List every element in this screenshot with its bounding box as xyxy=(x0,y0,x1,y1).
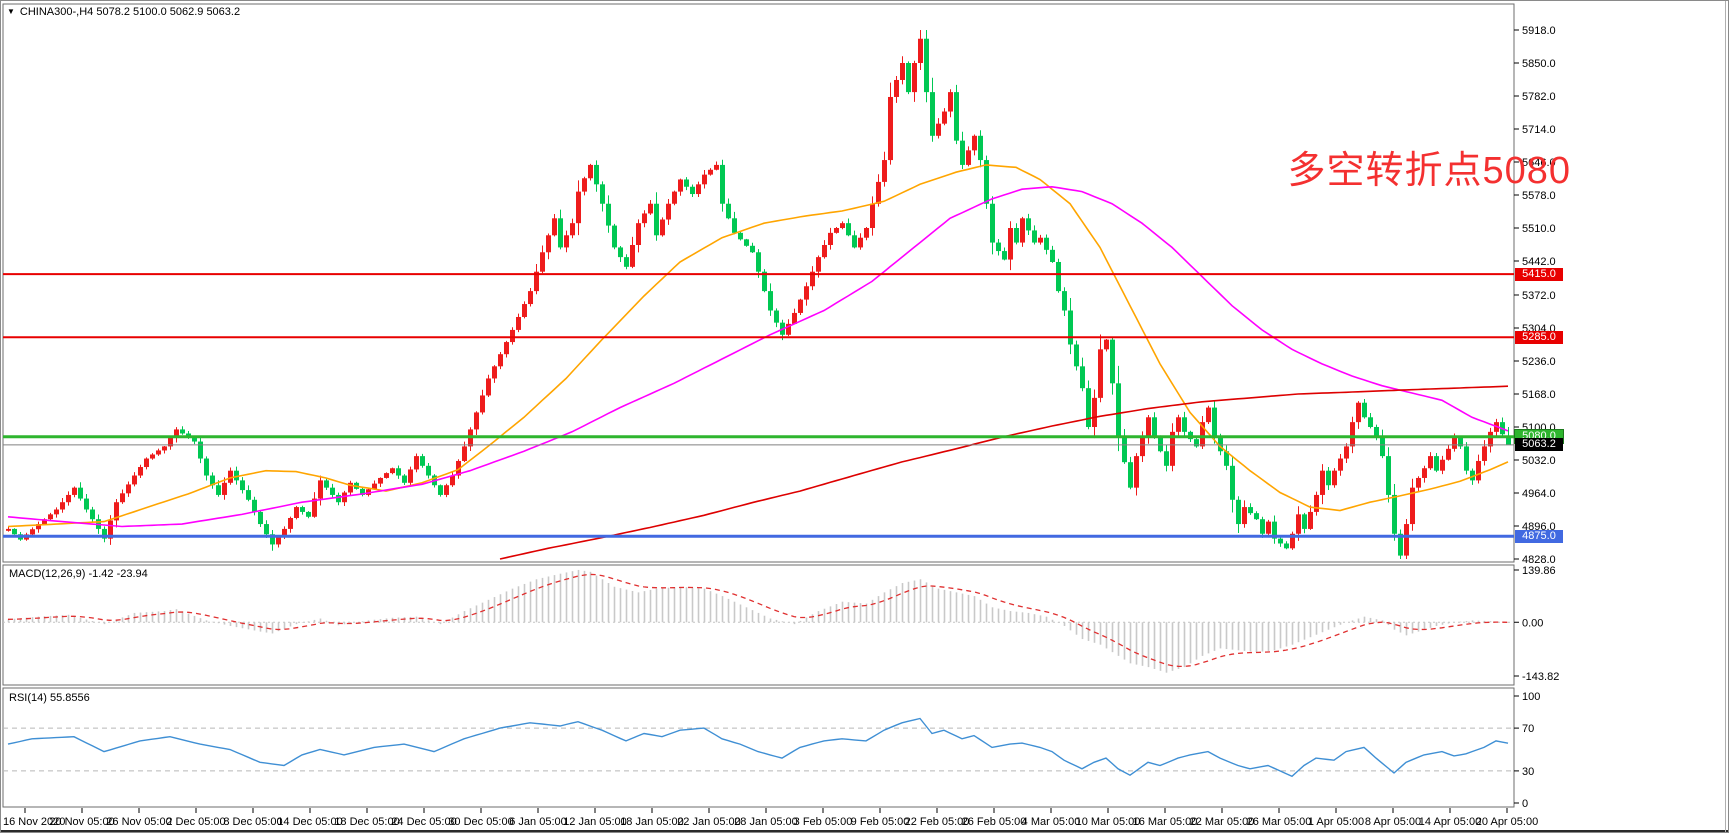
time-axis[interactable]: 16 Nov 202020 Nov 05:0026 Nov 05:002 Dec… xyxy=(3,808,1538,828)
svg-text:26 Feb 05:00: 26 Feb 05:00 xyxy=(962,816,1027,828)
panel-frames xyxy=(3,4,1514,807)
window-right-border xyxy=(1725,1,1726,833)
svg-text:5168.0: 5168.0 xyxy=(1522,389,1556,401)
svg-text:22 Jan 05:00: 22 Jan 05:00 xyxy=(677,816,741,828)
svg-text:24 Dec 05:00: 24 Dec 05:00 xyxy=(391,816,456,828)
svg-text:0.00: 0.00 xyxy=(1522,617,1543,629)
svg-text:5372.0: 5372.0 xyxy=(1522,290,1556,302)
symbol-dropdown-icon[interactable]: ▼ xyxy=(7,7,15,17)
svg-text:18 Jan 05:00: 18 Jan 05:00 xyxy=(620,816,684,828)
svg-text:5918.0: 5918.0 xyxy=(1522,25,1556,37)
price-badge-resistance-5285[interactable]: 5285.0 xyxy=(1515,331,1563,344)
svg-text:12 Jan 05:00: 12 Jan 05:00 xyxy=(563,816,627,828)
svg-text:5850.0: 5850.0 xyxy=(1522,58,1556,70)
svg-text:8 Apr 05:00: 8 Apr 05:00 xyxy=(1365,816,1421,828)
price-badge-support-4875[interactable]: 4875.0 xyxy=(1515,530,1563,543)
svg-text:5442.0: 5442.0 xyxy=(1522,256,1556,268)
svg-text:5236.0: 5236.0 xyxy=(1522,356,1556,368)
svg-text:30 Dec 05:00: 30 Dec 05:00 xyxy=(448,816,513,828)
svg-text:26 Mar 05:00: 26 Mar 05:00 xyxy=(1247,816,1312,828)
svg-text:10 Mar 05:00: 10 Mar 05:00 xyxy=(1076,816,1141,828)
svg-text:18 Dec 05:00: 18 Dec 05:00 xyxy=(334,816,399,828)
svg-text:139.86: 139.86 xyxy=(1522,565,1556,577)
chart-window: 5918.05850.05782.05714.05646.05578.05510… xyxy=(0,0,1729,833)
svg-text:20 Apr 05:00: 20 Apr 05:00 xyxy=(1476,816,1538,828)
price-chart-canvas[interactable]: 5918.05850.05782.05714.05646.05578.05510… xyxy=(1,1,1729,833)
svg-text:0: 0 xyxy=(1522,798,1528,810)
svg-text:20 Nov 05:00: 20 Nov 05:00 xyxy=(49,816,114,828)
svg-text:22 Mar 05:00: 22 Mar 05:00 xyxy=(1190,816,1255,828)
svg-text:9 Feb 05:00: 9 Feb 05:00 xyxy=(851,816,910,828)
rsi-indicator-label: RSI(14) 55.8556 xyxy=(9,692,90,704)
svg-text:30: 30 xyxy=(1522,766,1534,778)
svg-text:70: 70 xyxy=(1522,723,1534,735)
svg-text:26 Nov 05:00: 26 Nov 05:00 xyxy=(106,816,171,828)
macd-indicator-label: MACD(12,26,9) -1.42 -23.94 xyxy=(9,568,148,580)
symbol-info-bar[interactable]: ▼ CHINA300-,H4 5078.2 5100.0 5062.9 5063… xyxy=(7,6,240,18)
svg-text:1 Apr 05:00: 1 Apr 05:00 xyxy=(1308,816,1364,828)
svg-text:5782.0: 5782.0 xyxy=(1522,91,1556,103)
svg-text:4964.0: 4964.0 xyxy=(1522,488,1556,500)
svg-text:5510.0: 5510.0 xyxy=(1522,223,1556,235)
svg-text:100: 100 xyxy=(1522,691,1540,703)
price-axis[interactable]: 5918.05850.05782.05714.05646.05578.05510… xyxy=(1514,25,1556,566)
svg-text:28 Jan 05:00: 28 Jan 05:00 xyxy=(734,816,798,828)
svg-text:-143.82: -143.82 xyxy=(1522,671,1559,683)
svg-text:16 Mar 05:00: 16 Mar 05:00 xyxy=(1133,816,1198,828)
svg-text:8 Dec 05:00: 8 Dec 05:00 xyxy=(223,816,282,828)
svg-text:22 Feb 05:00: 22 Feb 05:00 xyxy=(905,816,970,828)
svg-text:6 Jan 05:00: 6 Jan 05:00 xyxy=(509,816,567,828)
svg-text:14 Dec 05:00: 14 Dec 05:00 xyxy=(277,816,342,828)
price-badge-resistance-5415[interactable]: 5415.0 xyxy=(1515,268,1563,281)
symbol-ohlc-text: CHINA300-,H4 5078.2 5100.0 5062.9 5063.2 xyxy=(20,6,240,18)
chart-annotation-text: 多空转折点5080 xyxy=(1151,139,1571,194)
svg-text:5032.0: 5032.0 xyxy=(1522,455,1556,467)
svg-text:2 Dec 05:00: 2 Dec 05:00 xyxy=(166,816,225,828)
price-badge-current-price: 5063.2 xyxy=(1515,438,1563,451)
svg-text:5714.0: 5714.0 xyxy=(1522,124,1556,136)
svg-text:4 Mar 05:00: 4 Mar 05:00 xyxy=(1022,816,1081,828)
svg-text:14 Apr 05:00: 14 Apr 05:00 xyxy=(1419,816,1481,828)
svg-text:3 Feb 05:00: 3 Feb 05:00 xyxy=(794,816,853,828)
